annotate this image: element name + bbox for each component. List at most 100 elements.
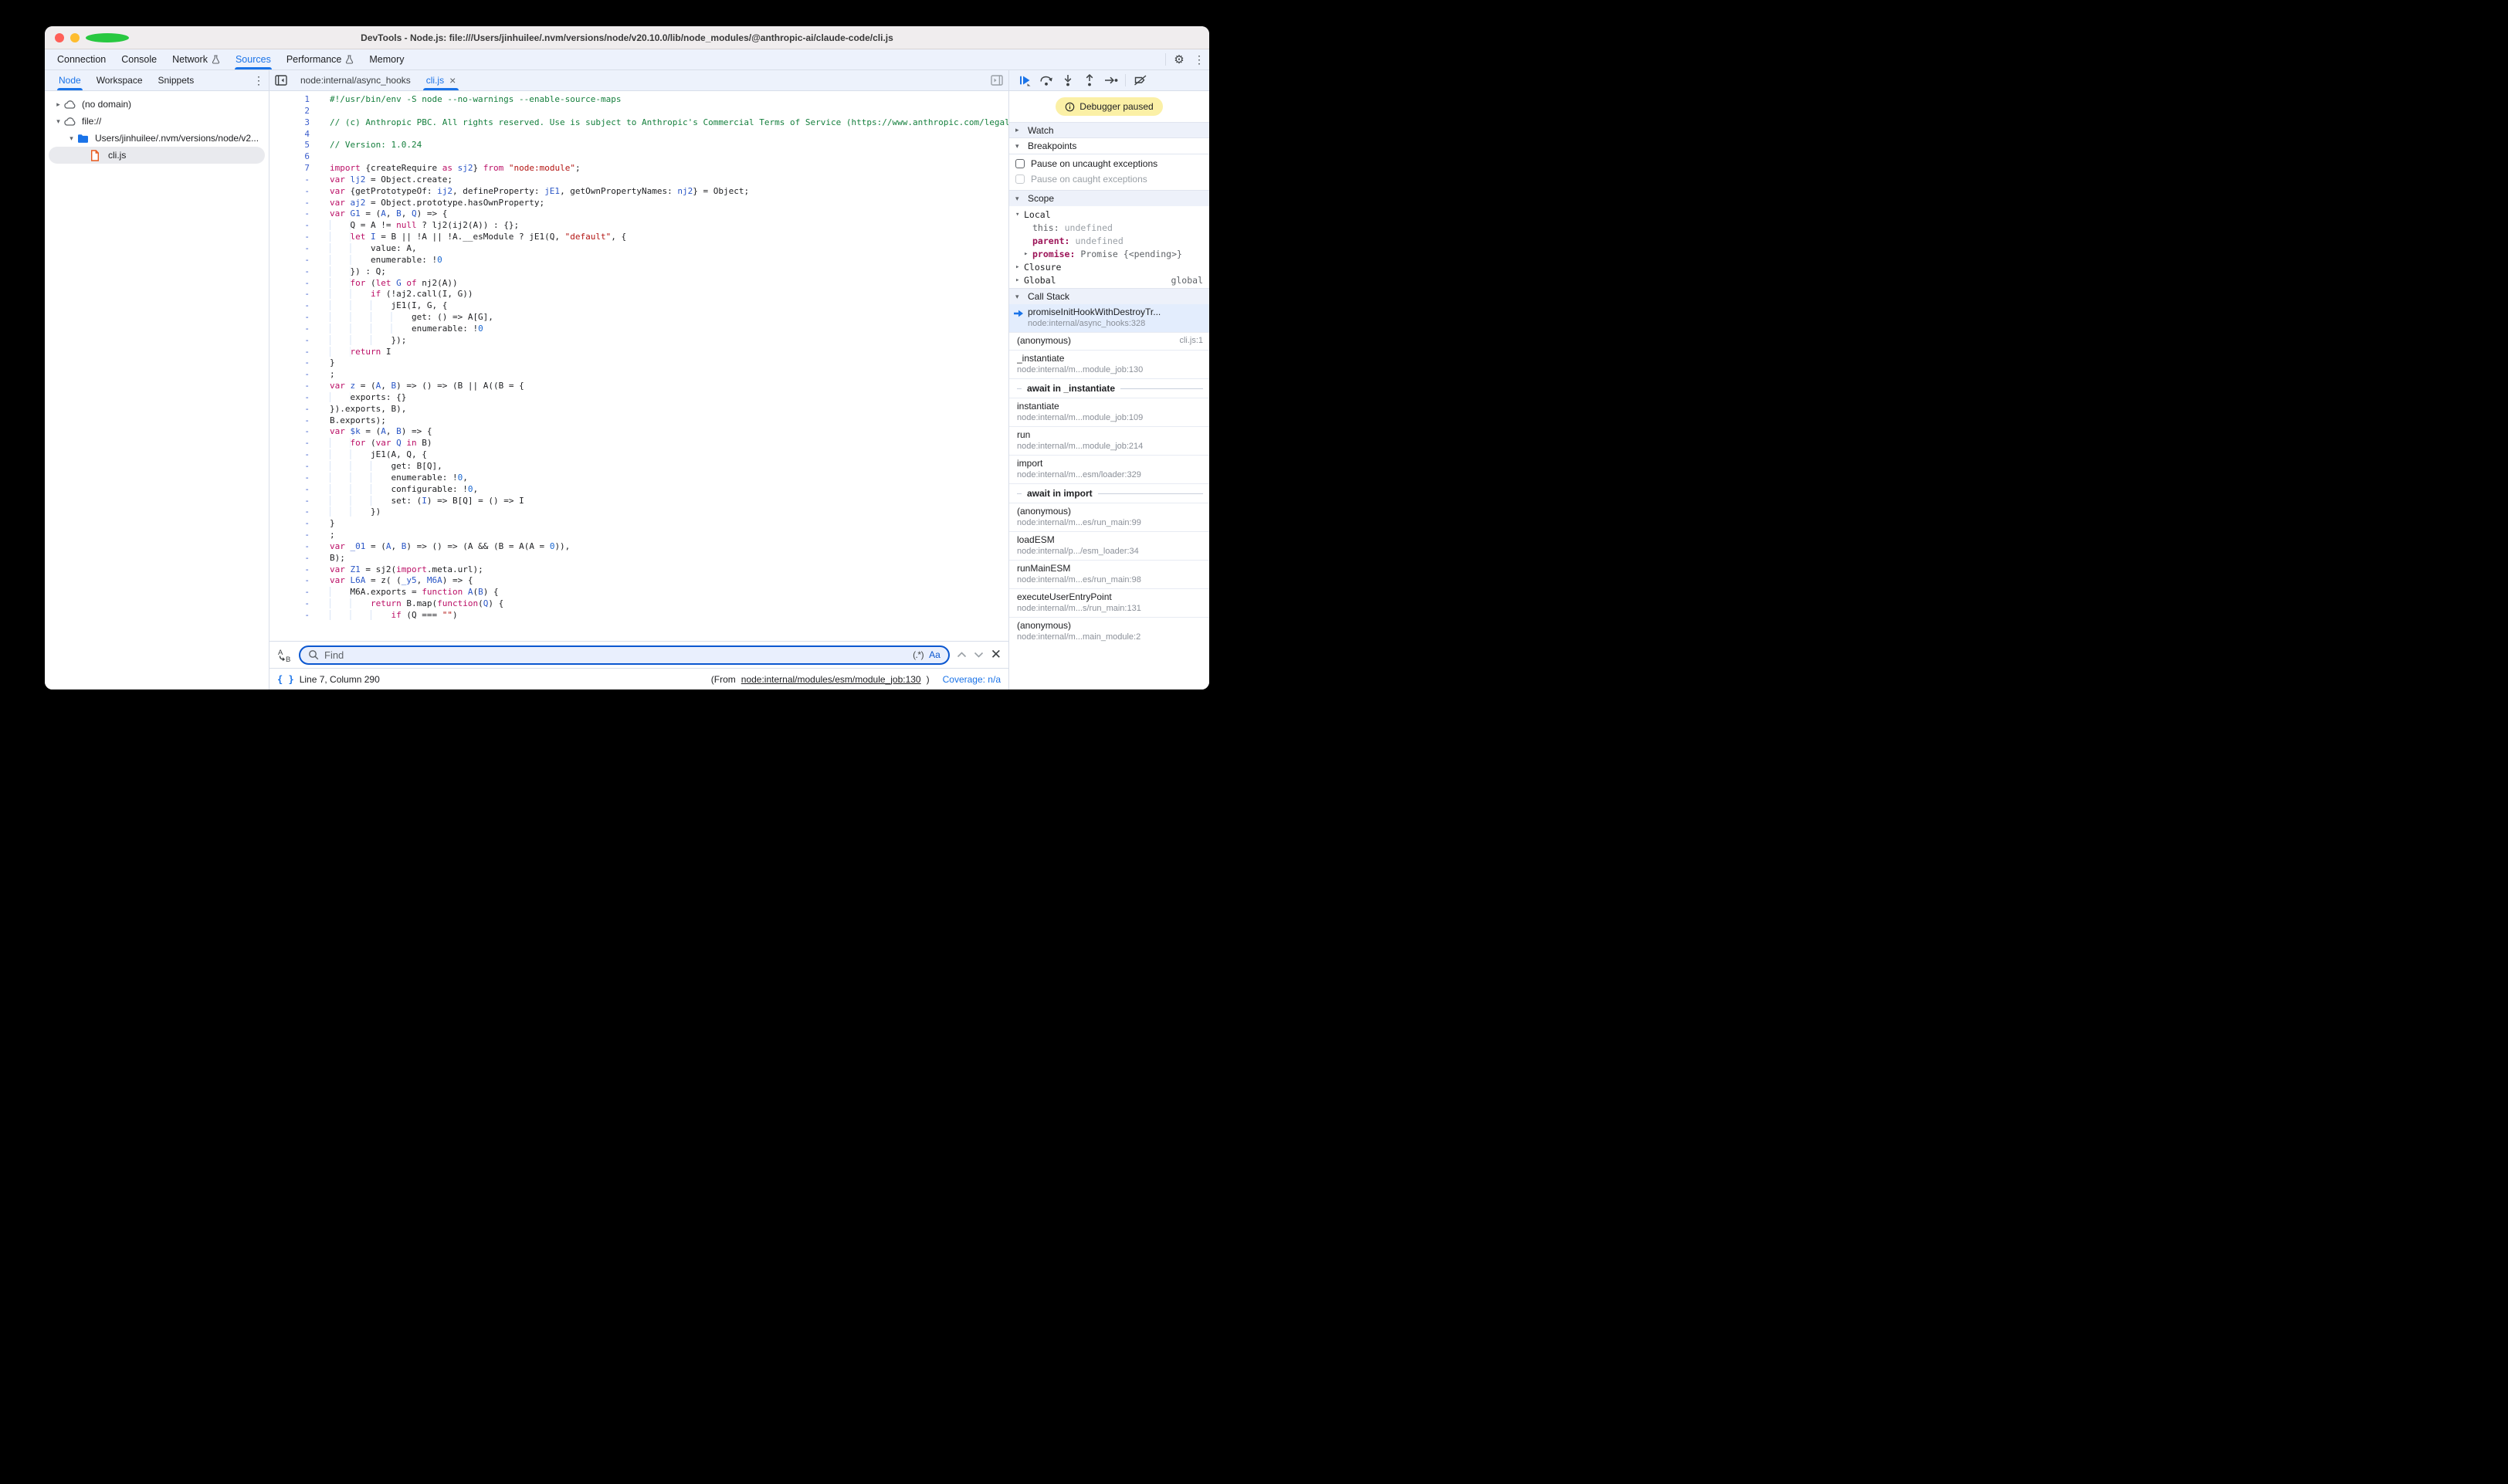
line-number[interactable]: 5	[269, 140, 313, 151]
kebab-menu-icon[interactable]: ⋮	[1189, 50, 1209, 69]
tab-connection[interactable]: Connection	[49, 49, 114, 69]
gear-icon[interactable]: ⚙	[1169, 50, 1189, 69]
tree-item-file[interactable]: ▾file://	[49, 113, 265, 130]
close-icon[interactable]	[55, 33, 64, 42]
callstack-frame-anonymous[interactable]: (anonymous)node:internal/m...main_module…	[1009, 617, 1209, 645]
line-dash[interactable]: -	[269, 186, 313, 198]
tab-performance[interactable]: Performance	[279, 49, 362, 69]
line-dash[interactable]: -	[269, 335, 313, 347]
line-number[interactable]: 4	[269, 129, 313, 141]
line-dash[interactable]: -	[269, 598, 313, 610]
line-dash[interactable]: -	[269, 243, 313, 255]
scope-prop-parent[interactable]: parent:undefined	[1009, 234, 1209, 247]
close-tab-icon[interactable]: ×	[449, 75, 456, 86]
line-dash[interactable]: -	[269, 347, 313, 358]
scope-group-closure[interactable]: ▸Closure	[1009, 260, 1209, 273]
line-dash[interactable]: -	[269, 438, 313, 449]
replace-toggle-icon[interactable]: AB	[276, 648, 292, 662]
line-dash[interactable]: -	[269, 300, 313, 312]
tab-sources[interactable]: Sources	[228, 49, 279, 69]
line-dash[interactable]: -	[269, 507, 313, 518]
line-dash[interactable]: -	[269, 530, 313, 541]
line-dash[interactable]: -	[269, 587, 313, 598]
tree-item-no-domain[interactable]: ▸(no domain)	[49, 96, 265, 113]
scope-group-local[interactable]: ▾Local	[1009, 208, 1209, 221]
section-breakpoints[interactable]: ▾ Breakpoints	[1009, 138, 1209, 154]
deactivate-breakpoints-icon[interactable]	[1130, 72, 1151, 90]
navigator-tab-node[interactable]: Node	[51, 70, 89, 90]
tree-item-cli-js[interactable]: cli.js	[49, 147, 265, 164]
tree-item-users-jinhuilee-nvm-versions-node-v2[interactable]: ▾Users/jinhuilee/.nvm/versions/node/v2..…	[49, 130, 265, 147]
from-source-link[interactable]: node:internal/modules/esm/module_job:130	[741, 674, 921, 685]
section-call-stack[interactable]: ▾ Call Stack	[1009, 288, 1209, 304]
line-dash[interactable]: -	[269, 392, 313, 404]
match-case-toggle[interactable]: Aa	[929, 649, 940, 660]
callstack-frame-anonymous[interactable]: (anonymous)cli.js:1	[1009, 332, 1209, 350]
braces-icon[interactable]: { }	[277, 674, 294, 685]
step-icon[interactable]	[1100, 72, 1121, 90]
editor-tab-node-internal-async-hooks[interactable]: node:internal/async_hooks	[293, 70, 419, 90]
line-dash[interactable]: -	[269, 404, 313, 415]
find-input[interactable]	[324, 649, 907, 661]
line-dash[interactable]: -	[269, 415, 313, 427]
line-dash[interactable]: -	[269, 381, 313, 392]
line-dash[interactable]: -	[269, 312, 313, 324]
line-dash[interactable]: -	[269, 473, 313, 484]
chevron-down-icon[interactable]	[974, 652, 984, 658]
line-dash[interactable]: -	[269, 426, 313, 438]
navigator-tab-snippets[interactable]: Snippets	[151, 70, 202, 90]
resume-icon[interactable]	[1014, 72, 1035, 90]
callstack-frame-promiseinithookwithdestroytr[interactable]: promiseInitHookWithDestroyTr...node:inte…	[1009, 304, 1209, 332]
checkbox[interactable]	[1015, 159, 1025, 168]
line-dash[interactable]: -	[269, 174, 313, 186]
tab-console[interactable]: Console	[114, 49, 164, 69]
callstack-frame-loadesm[interactable]: loadESMnode:internal/p.../esm_loader:34	[1009, 531, 1209, 560]
callstack-frame-executeuserentrypoint[interactable]: executeUserEntryPointnode:internal/m...s…	[1009, 588, 1209, 617]
navigator-kebab-menu-icon[interactable]: ⋮	[249, 71, 269, 90]
line-dash[interactable]: -	[269, 369, 313, 381]
scope-prop-promise[interactable]: ▸promise:Promise {<pending>}	[1009, 247, 1209, 260]
line-dash[interactable]: -	[269, 278, 313, 290]
coverage-link[interactable]: Coverage: n/a	[943, 674, 1001, 685]
line-dash[interactable]: -	[269, 496, 313, 507]
line-dash[interactable]: -	[269, 232, 313, 243]
line-dash[interactable]: -	[269, 564, 313, 576]
callstack-frame-anonymous[interactable]: (anonymous)node:internal/m...es/run_main…	[1009, 503, 1209, 531]
scope-group-global[interactable]: ▸Globalglobal	[1009, 273, 1209, 286]
regex-toggle[interactable]: (.*)	[913, 649, 924, 660]
tab-network[interactable]: Network	[164, 49, 228, 69]
step-over-icon[interactable]	[1035, 72, 1056, 90]
line-dash[interactable]: -	[269, 610, 313, 622]
callstack-frame-import[interactable]: importnode:internal/m...esm/loader:329	[1009, 455, 1209, 483]
line-number[interactable]: 7	[269, 163, 313, 174]
line-dash[interactable]: -	[269, 266, 313, 278]
step-into-icon[interactable]	[1057, 72, 1078, 90]
line-dash[interactable]: -	[269, 324, 313, 335]
section-watch[interactable]: ▸ Watch	[1009, 122, 1209, 138]
line-dash[interactable]: -	[269, 518, 313, 530]
line-dash[interactable]: -	[269, 289, 313, 300]
line-dash[interactable]: -	[269, 461, 313, 473]
line-number[interactable]: 6	[269, 151, 313, 163]
line-dash[interactable]: -	[269, 449, 313, 461]
line-dash[interactable]: -	[269, 553, 313, 564]
line-number[interactable]: 3	[269, 117, 313, 129]
close-find-icon[interactable]: ✕	[991, 647, 1002, 662]
panel-left-icon[interactable]	[269, 70, 293, 90]
chevron-up-icon[interactable]	[957, 652, 967, 658]
line-dash[interactable]: -	[269, 484, 313, 496]
line-dash[interactable]: -	[269, 575, 313, 587]
panel-right-icon[interactable]	[985, 70, 1008, 90]
step-out-icon[interactable]	[1079, 72, 1100, 90]
zoom-icon[interactable]	[86, 33, 129, 42]
line-dash[interactable]: -	[269, 357, 313, 369]
line-number[interactable]: 2	[269, 106, 313, 117]
section-scope[interactable]: ▾ Scope	[1009, 190, 1209, 206]
editor-tab-cli-js[interactable]: cli.js×	[419, 70, 464, 90]
callstack-frame-instantiate[interactable]: _instantiatenode:internal/m...module_job…	[1009, 350, 1209, 378]
navigator-tab-workspace[interactable]: Workspace	[89, 70, 151, 90]
callstack-frame-run[interactable]: runnode:internal/m...module_job:214	[1009, 426, 1209, 455]
line-dash[interactable]: -	[269, 220, 313, 232]
scope-prop-this[interactable]: this:undefined	[1009, 221, 1209, 234]
line-dash[interactable]: -	[269, 208, 313, 220]
